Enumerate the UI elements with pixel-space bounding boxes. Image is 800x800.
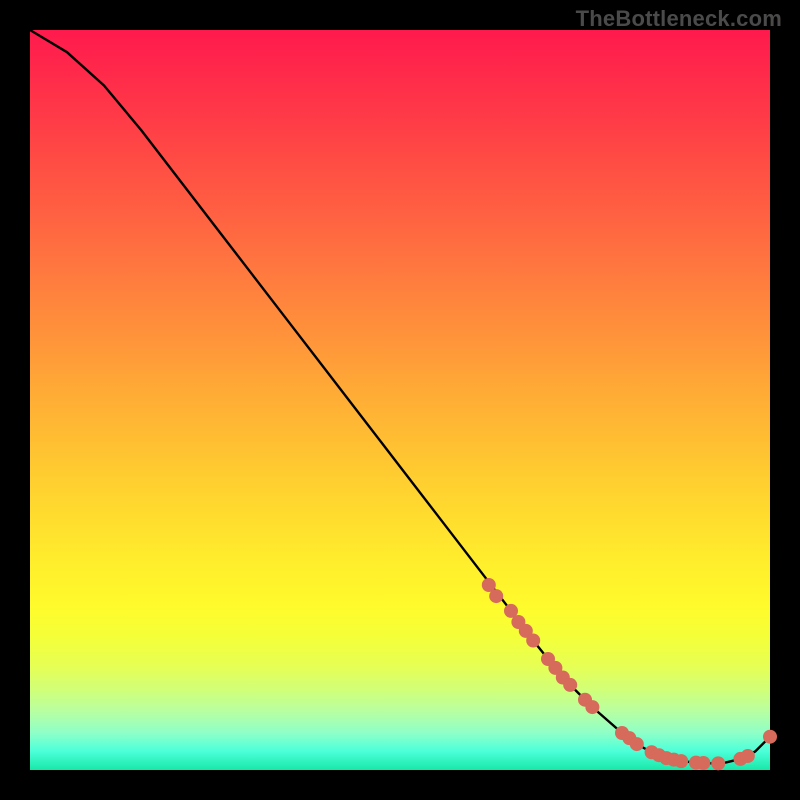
- watermark-text: TheBottleneck.com: [576, 6, 782, 32]
- data-point: [489, 589, 503, 603]
- data-point: [630, 737, 644, 751]
- data-point: [526, 634, 540, 648]
- chart-stage: TheBottleneck.com: [0, 0, 800, 800]
- data-point: [711, 756, 725, 770]
- data-point: [585, 700, 599, 714]
- data-point: [674, 754, 688, 768]
- data-point: [741, 749, 755, 763]
- plot-area: [30, 30, 770, 770]
- chart-svg: [30, 30, 770, 770]
- data-point: [696, 756, 710, 770]
- marker-group: [482, 578, 777, 770]
- data-point: [763, 730, 777, 744]
- data-point: [563, 678, 577, 692]
- bottleneck-curve-line: [30, 30, 770, 763]
